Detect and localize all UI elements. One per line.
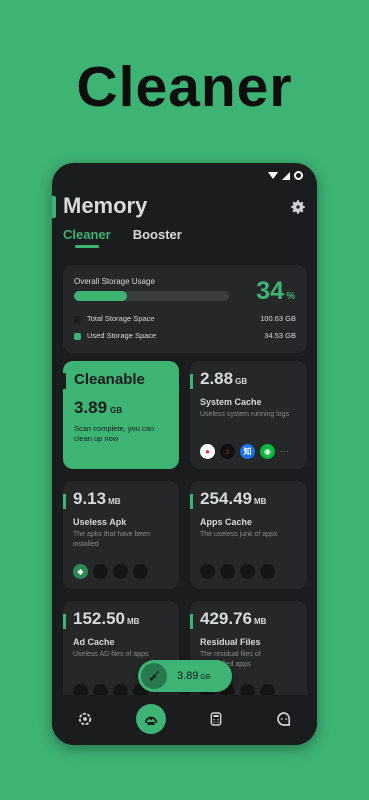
wechat-icon: ◉ <box>260 444 275 459</box>
placeholder-icon <box>260 564 275 579</box>
clean-size-value: 3.89 <box>177 670 199 682</box>
total-legend-swatch <box>74 315 81 323</box>
placeholder-icon <box>200 564 215 579</box>
ad-cache-title: Ad Cache <box>73 637 115 647</box>
wifi-icon <box>268 172 278 179</box>
residual-files-size-value: 429.76 <box>200 609 252 628</box>
ad-cache-description: Useless AD files of apps <box>73 651 149 658</box>
cleanable-size-value: 3.89 <box>74 398 108 417</box>
used-storage-label: Used Storage Space <box>87 331 157 340</box>
apk-package-icon: ◆ <box>73 564 88 579</box>
cleanable-size: 3.89 GB <box>74 398 122 418</box>
used-storage-value: 34.53 GB <box>264 331 296 340</box>
apps-cache-size-unit: MB <box>254 497 267 506</box>
page-title: Memory <box>63 193 148 218</box>
tab-cleaner[interactable]: Cleaner <box>63 227 111 248</box>
placeholder-icon <box>220 564 235 579</box>
more-icon: ··· <box>280 446 289 456</box>
useless-apk-title: Useless Apk <box>73 517 127 527</box>
tiktok-icon: ♪ <box>220 444 235 459</box>
tab-bar: Cleaner Booster <box>63 227 182 248</box>
storage-progress-bar <box>74 291 229 301</box>
total-storage-value: 100.63 GB <box>260 314 296 323</box>
residual-files-title: Residual Files <box>200 637 261 647</box>
broom-icon <box>141 663 167 689</box>
cleanable-size-unit: GB <box>110 406 123 415</box>
residual-files-accent <box>190 614 193 629</box>
cleanable-description: Scan complete, you can clean up now <box>74 424 155 443</box>
clean-size: 3.89 GB <box>177 670 211 682</box>
cleanable-title: Cleanable <box>74 371 145 388</box>
chat-nav-icon[interactable] <box>272 707 296 731</box>
storage-usage-card: Overall Storage Usage 34% Total Storage … <box>63 265 307 353</box>
placeholder-icon <box>240 564 255 579</box>
system-cache-description: Useless system running logs <box>200 411 290 418</box>
storage-percent: 34% <box>256 277 295 306</box>
useless-apk-size-unit: MB <box>108 497 121 506</box>
system-cache-size-value: 2.88 <box>200 369 234 388</box>
tab-booster[interactable]: Booster <box>133 227 182 242</box>
useless-apk-size-value: 9.13 <box>73 489 107 508</box>
placeholder-icon <box>113 564 128 579</box>
system-cache-size: 2.88 GB <box>200 369 247 389</box>
placeholder-icon <box>133 564 148 579</box>
apps-cache-size: 254.49 MB <box>200 489 266 509</box>
title-accent <box>52 196 56 218</box>
cleaner-nav-icon[interactable] <box>73 707 97 731</box>
status-bar <box>268 171 303 180</box>
zhihu-icon: 知 <box>240 444 255 459</box>
phone-screen: Memory Cleaner Booster Overall Storage U… <box>52 163 317 745</box>
battery-icon <box>294 171 303 180</box>
total-storage-row: Total Storage Space 100.63 GB <box>74 314 296 323</box>
apps-cache-size-value: 254.49 <box>200 489 252 508</box>
ad-cache-size-unit: MB <box>127 617 140 626</box>
clean-size-unit: GB <box>200 674 211 681</box>
ad-cache-size: 152.50 MB <box>73 609 139 629</box>
residual-files-card[interactable]: 429.76 MB Residual Files The residual fil… <box>190 601 307 709</box>
cleanable-accent <box>63 373 66 389</box>
system-cache-title: System Cache <box>200 397 262 407</box>
system-cache-accent <box>190 374 193 389</box>
system-cache-size-unit: GB <box>235 377 248 386</box>
clean-now-button[interactable]: 3.89 GB <box>138 660 232 692</box>
ad-cache-accent <box>63 614 66 629</box>
residual-files-size-unit: MB <box>254 617 267 626</box>
residual-files-size: 429.76 MB <box>200 609 266 629</box>
used-storage-row: Used Storage Space 34.53 GB <box>74 331 296 340</box>
calculator-nav-icon[interactable] <box>204 707 228 731</box>
gear-icon[interactable] <box>289 198 307 216</box>
ad-cache-size-value: 152.50 <box>73 609 125 628</box>
ad-cache-card[interactable]: 152.50 MB Ad Cache Useless AD files of ap… <box>63 601 179 709</box>
storage-label: Overall Storage Usage <box>74 277 155 286</box>
useless-apk-description: The apks that have been installed <box>73 531 151 548</box>
useless-apk-size: 9.13 MB <box>73 489 121 509</box>
apps-cache-description: The useless junk of apps <box>200 531 278 538</box>
useless-apk-accent <box>63 494 66 509</box>
used-legend-swatch <box>74 332 81 340</box>
memory-nav-icon[interactable] <box>136 704 166 734</box>
apps-cache-card[interactable]: 254.49 MB Apps Cache The useless junk of … <box>190 481 307 589</box>
system-cache-card[interactable]: 2.88 GB System Cache Useless system runni… <box>190 361 307 469</box>
cleanable-card[interactable]: Cleanable 3.89 GB Scan complete, you can … <box>63 361 179 469</box>
app-red-icon: ● <box>200 444 215 459</box>
promo-title: Cleaner <box>76 55 293 119</box>
storage-progress-fill <box>74 291 127 301</box>
signal-icon <box>282 171 290 180</box>
bottom-nav <box>52 695 317 745</box>
useless-apk-icons: ◆ <box>73 564 148 579</box>
total-storage-label: Total Storage Space <box>87 314 155 323</box>
storage-percent-value: 34 <box>256 277 285 305</box>
storage-percent-unit: % <box>286 291 295 302</box>
useless-apk-card[interactable]: 9.13 MB Useless Apk The apks that have be… <box>63 481 179 589</box>
apps-cache-title: Apps Cache <box>200 517 253 527</box>
apps-cache-accent <box>190 494 193 509</box>
system-cache-app-icons: ● ♪ 知 ◉ ··· <box>200 444 289 459</box>
placeholder-icon <box>93 564 108 579</box>
apps-cache-icons <box>200 564 275 579</box>
